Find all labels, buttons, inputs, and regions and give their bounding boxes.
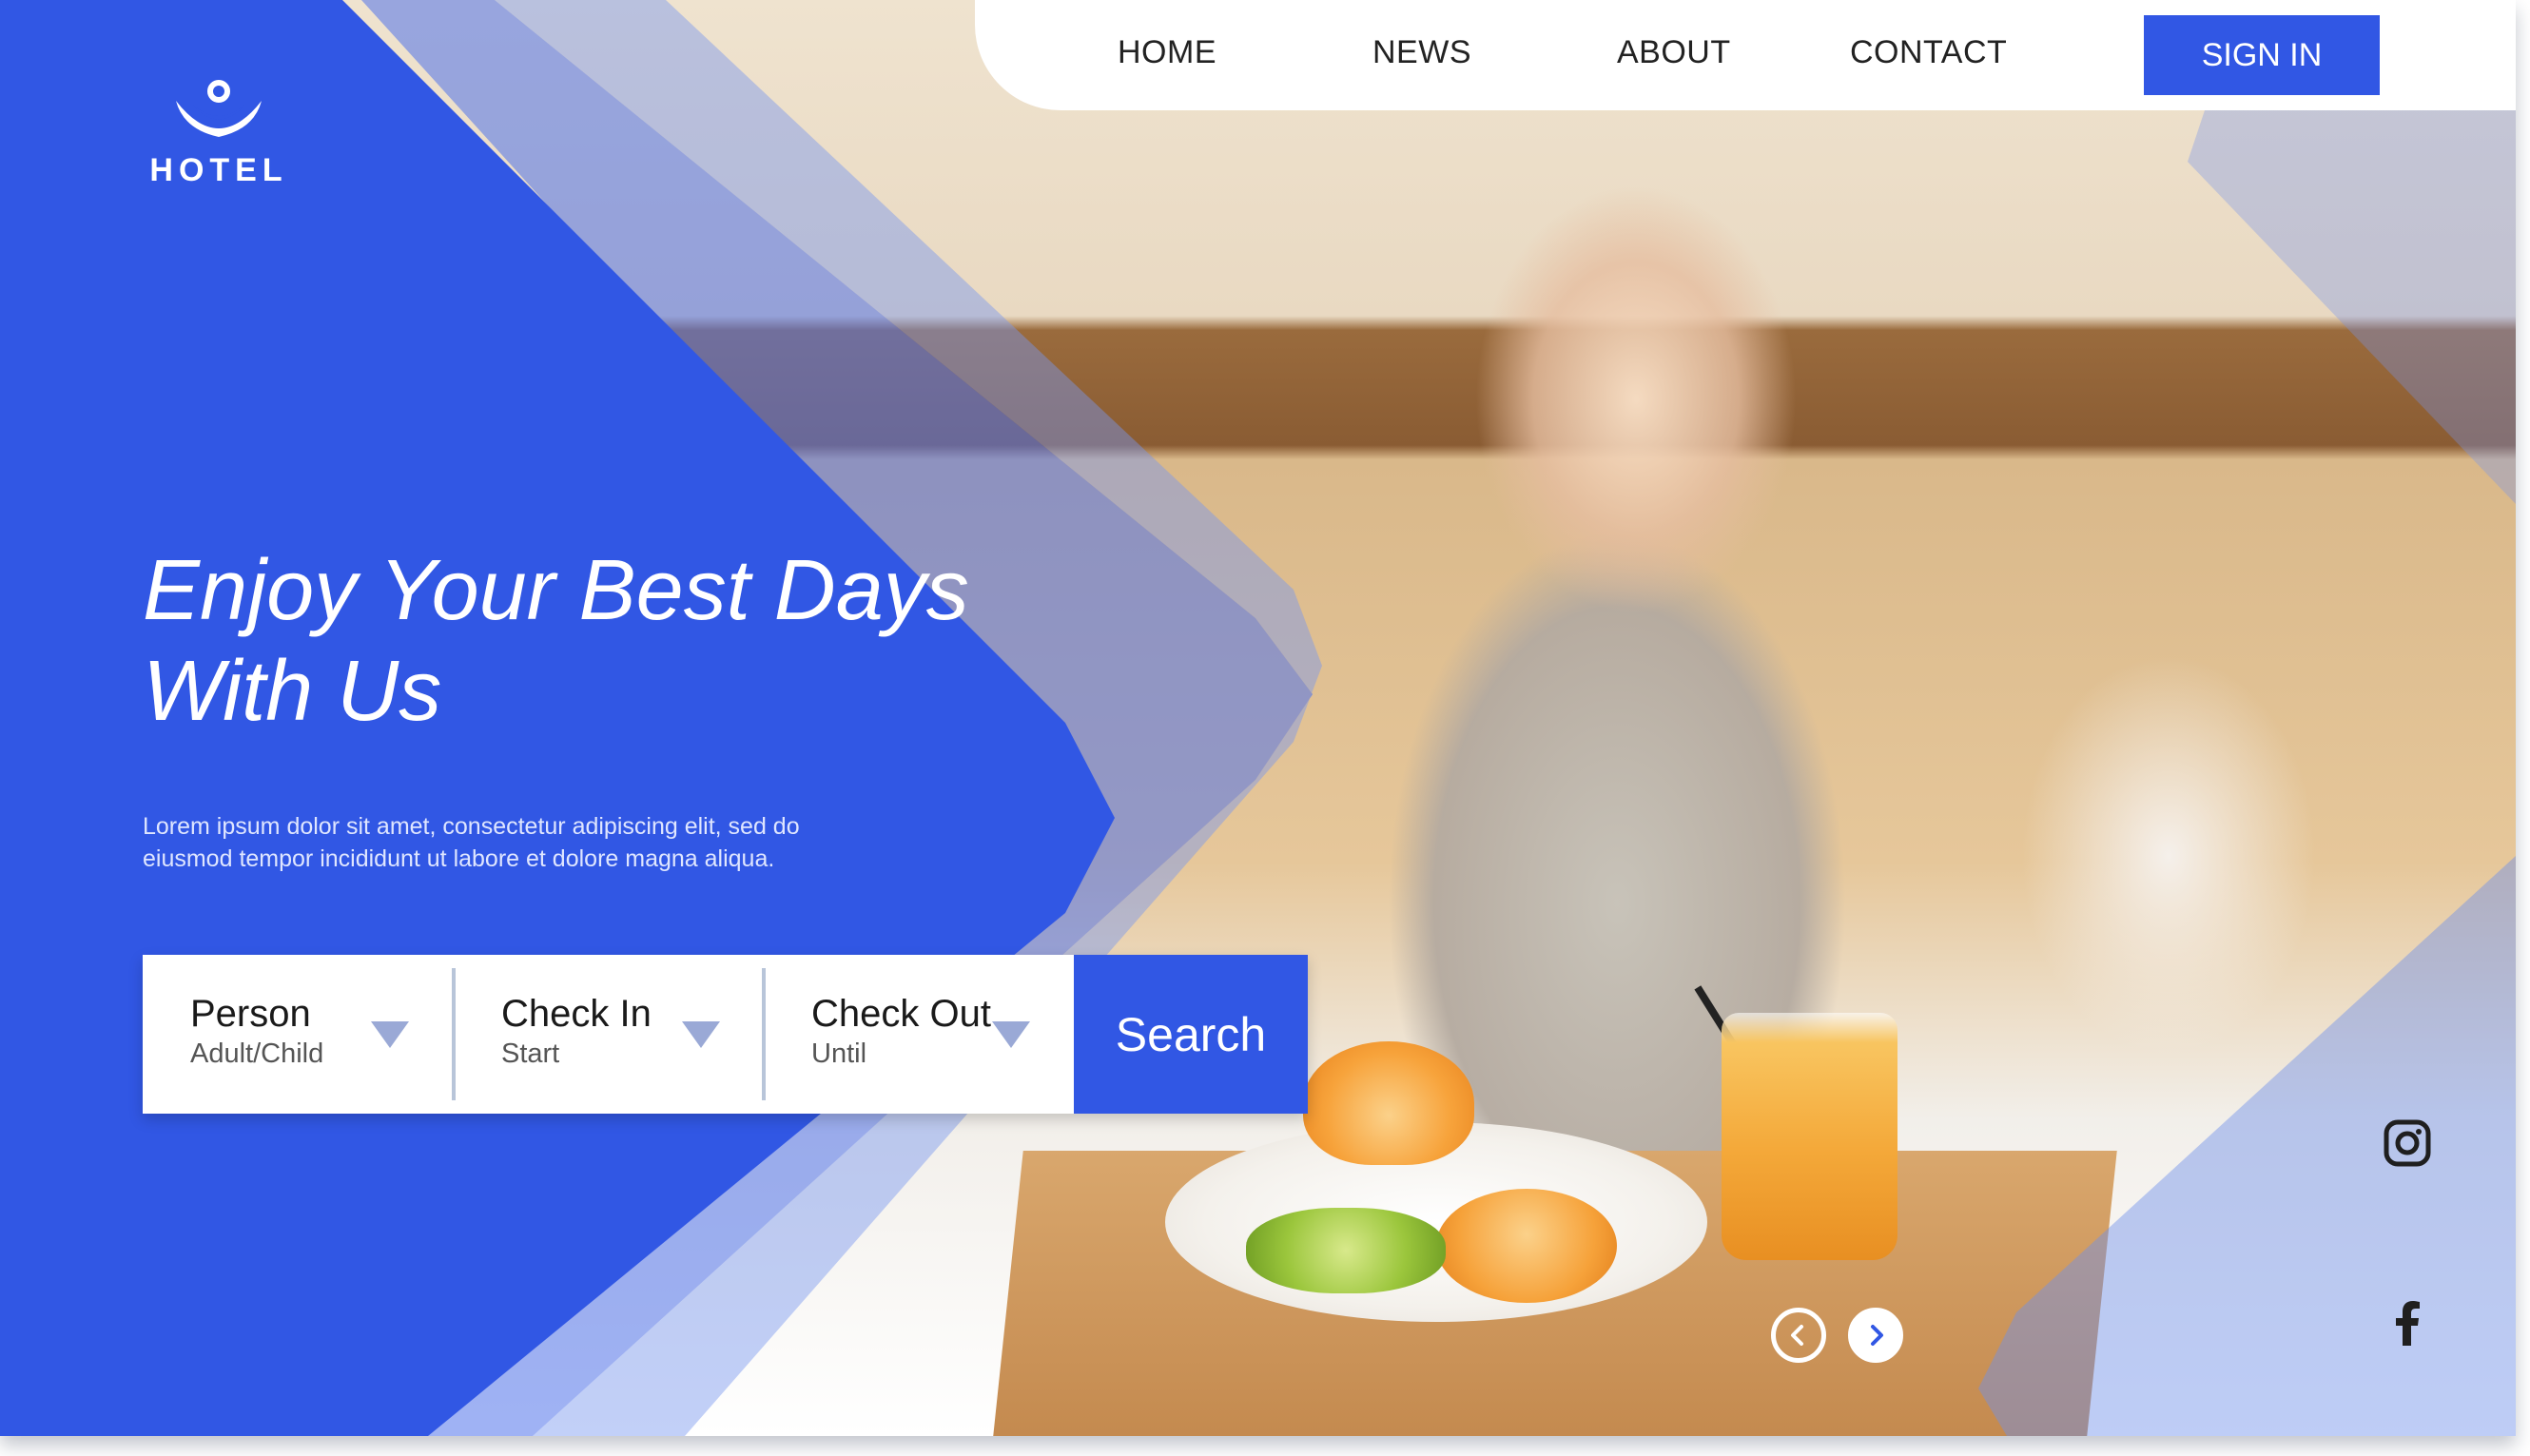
facebook-link[interactable] bbox=[2383, 1298, 2432, 1348]
search-button[interactable]: Search bbox=[1074, 955, 1308, 1114]
chevron-down-icon[interactable] bbox=[992, 1021, 1030, 1048]
orange-slice bbox=[1436, 1189, 1617, 1303]
arrow-right-icon bbox=[1871, 1325, 1883, 1346]
field-label: Check Out bbox=[811, 993, 991, 1035]
landing-page: HOTEL HOME NEWS ABOUT CONTACT SIGN IN En… bbox=[0, 0, 2516, 1436]
arrow-left-icon bbox=[1791, 1325, 1803, 1346]
carousel-next-button[interactable] bbox=[1848, 1308, 1903, 1363]
instagram-link[interactable] bbox=[2383, 1118, 2432, 1168]
sign-in-button[interactable]: SIGN IN bbox=[2144, 15, 2380, 95]
headline-line: With Us bbox=[143, 644, 442, 739]
description-line: eiusmod tempor incididunt ut labore et d… bbox=[143, 845, 775, 872]
field-label: Person bbox=[190, 993, 311, 1035]
hero-headline: Enjoy Your Best Days With Us bbox=[143, 540, 999, 742]
headline-line: Enjoy Your Best Days bbox=[143, 543, 969, 638]
field-label: Check In bbox=[501, 993, 652, 1035]
nav-news[interactable]: NEWS bbox=[1372, 34, 1471, 71]
orange-slice bbox=[1303, 1041, 1474, 1165]
top-navigation: HOME NEWS ABOUT CONTACT SIGN IN bbox=[975, 0, 2516, 110]
chevron-down-icon[interactable] bbox=[682, 1021, 720, 1048]
check-out-select[interactable]: Check Out Until bbox=[764, 955, 1073, 1114]
hero-description: Lorem ipsum dolor sit amet, consectetur … bbox=[143, 810, 866, 875]
facebook-icon bbox=[2396, 1301, 2420, 1346]
nav-home[interactable]: HOME bbox=[1118, 34, 1216, 71]
instagram-icon bbox=[2384, 1119, 2431, 1167]
field-sublabel: Adult/Child bbox=[190, 1039, 324, 1069]
chevron-down-icon[interactable] bbox=[371, 1021, 409, 1048]
check-in-select[interactable]: Check In Start bbox=[454, 955, 763, 1114]
juice-glass bbox=[1722, 1013, 1898, 1260]
carousel-prev-button[interactable] bbox=[1771, 1308, 1826, 1363]
nav-contact[interactable]: CONTACT bbox=[1850, 34, 2007, 71]
logo-text: HOTEL bbox=[149, 152, 288, 188]
description-line: Lorem ipsum dolor sit amet, consectetur … bbox=[143, 813, 800, 840]
booking-search-bar: Person Adult/Child Check In Start Check … bbox=[143, 955, 1308, 1114]
field-sublabel: Until bbox=[811, 1039, 867, 1069]
nav-about[interactable]: ABOUT bbox=[1617, 34, 1731, 71]
hotel-logo[interactable]: HOTEL bbox=[143, 80, 295, 189]
field-sublabel: Start bbox=[501, 1039, 560, 1069]
person-select[interactable]: Person Adult/Child bbox=[143, 955, 452, 1114]
kiwi-slices bbox=[1246, 1208, 1446, 1293]
logo-icon bbox=[176, 80, 262, 137]
